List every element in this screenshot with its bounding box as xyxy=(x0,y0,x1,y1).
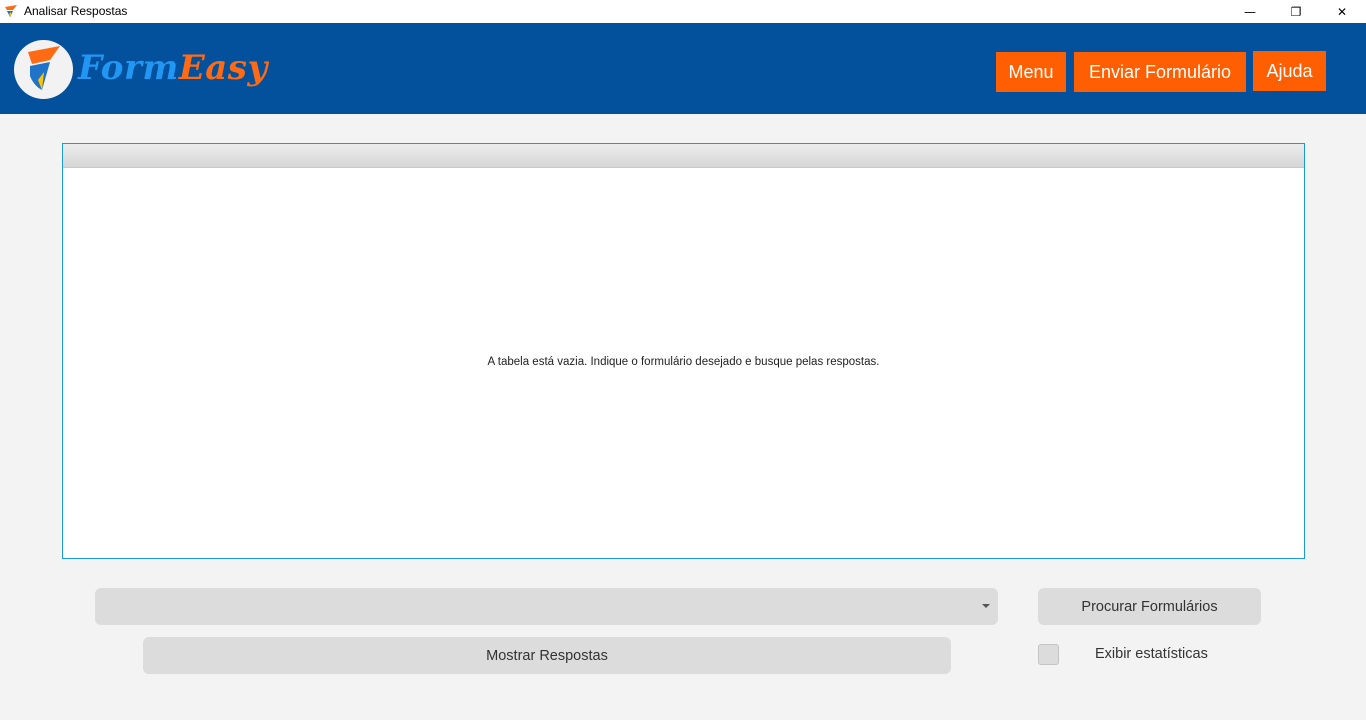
close-button[interactable]: ✕ xyxy=(1319,0,1365,23)
responses-table[interactable]: A tabela está vazia. Indique o formulári… xyxy=(62,143,1305,559)
mostrar-respostas-button[interactable]: Mostrar Respostas xyxy=(143,637,951,674)
ajuda-button[interactable]: Ajuda xyxy=(1253,51,1326,91)
exibir-estatisticas-label: Exibir estatísticas xyxy=(1095,646,1208,662)
window-title: Analisar Respostas xyxy=(24,4,128,18)
maximize-button[interactable]: ❐ xyxy=(1273,0,1319,23)
app-header: FormEasy Menu Enviar Formulário Ajuda xyxy=(0,23,1366,114)
form-select[interactable] xyxy=(95,588,998,625)
procurar-formularios-button[interactable]: Procurar Formulários xyxy=(1038,588,1261,625)
title-bar: Analisar Respostas — ❐ ✕ xyxy=(0,0,1366,23)
exibir-estatisticas-checkbox[interactable] xyxy=(1038,644,1059,665)
logo-word-form: Form xyxy=(78,48,179,88)
minimize-button[interactable]: — xyxy=(1227,0,1273,23)
enviar-formulario-button[interactable]: Enviar Formulário xyxy=(1074,52,1246,92)
app-icon xyxy=(5,5,17,17)
table-header xyxy=(63,144,1304,168)
menu-button[interactable]: Menu xyxy=(996,52,1066,92)
empty-table-message: A tabela está vazia. Indique o formulári… xyxy=(487,356,880,368)
logo-icon xyxy=(14,40,73,99)
logo-word-easy: Easy xyxy=(178,48,268,88)
logo-wordmark: FormEasy xyxy=(78,48,268,88)
chevron-down-icon xyxy=(982,604,990,608)
